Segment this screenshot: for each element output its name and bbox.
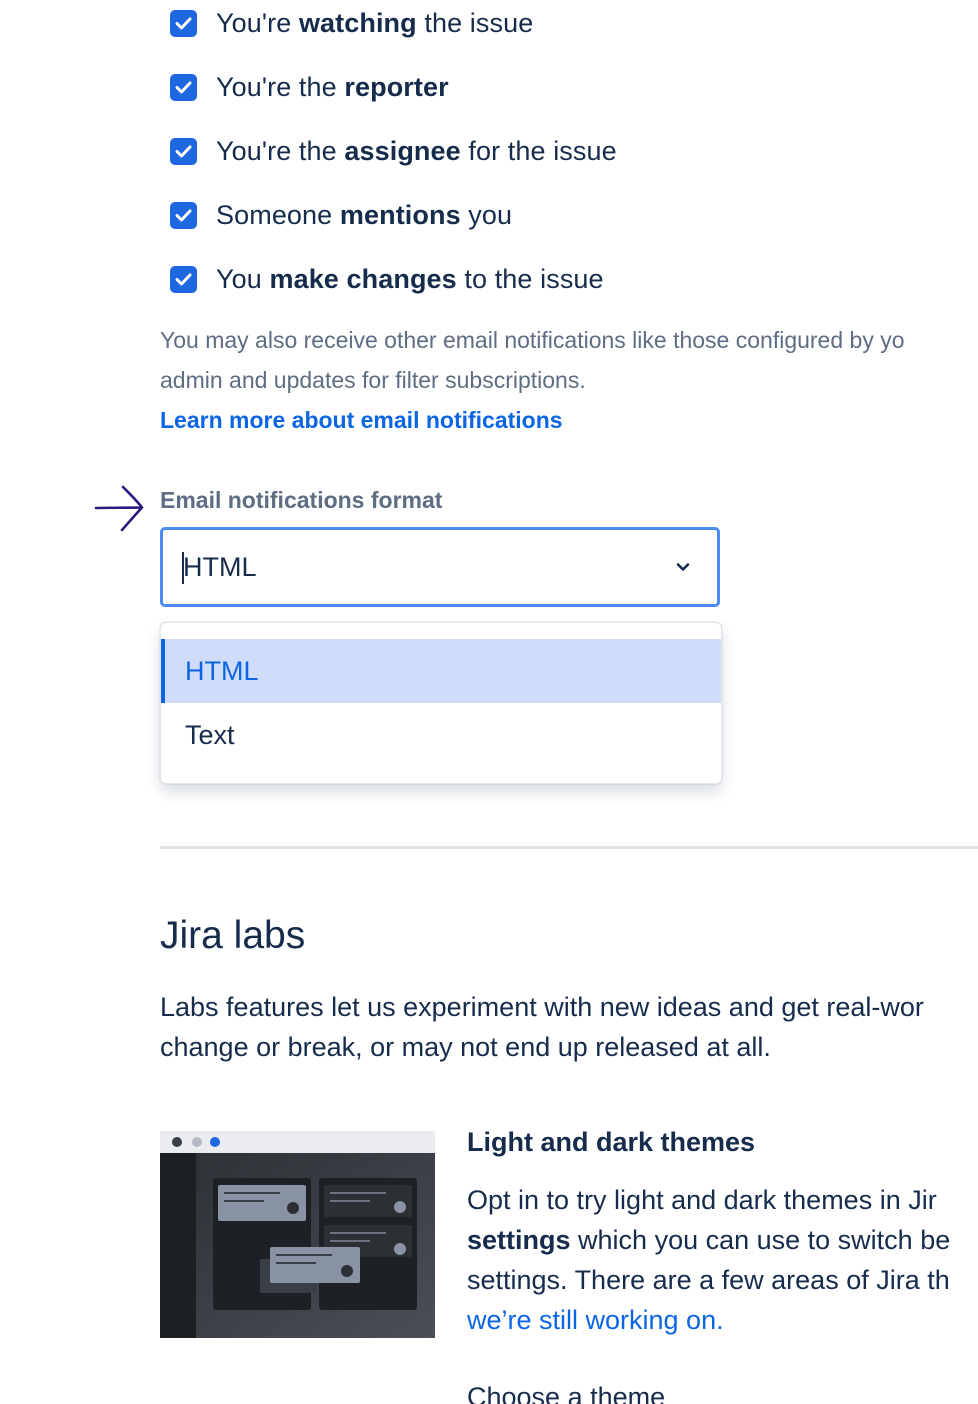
feature-line-3: settings. There are a few areas of Jira … — [467, 1265, 950, 1295]
check-icon — [175, 273, 192, 285]
checkbox-watching[interactable] — [170, 9, 197, 37]
checkbox-reporter[interactable] — [170, 73, 197, 101]
labs-desc-line-1: Labs features let us experiment with new… — [160, 992, 924, 1022]
checkbox-row-reporter[interactable]: You're the reporter — [170, 67, 449, 107]
check-icon — [175, 209, 192, 221]
checkbox-row-watching[interactable]: You're watching the issue — [170, 3, 533, 43]
check-icon — [175, 145, 192, 157]
checkbox-row-assignee[interactable]: You're the assignee for the issue — [170, 131, 617, 171]
option-text[interactable]: Text — [161, 703, 721, 767]
checkbox-row-changes[interactable]: You make changes to the issue — [170, 259, 604, 299]
select-value: HTML — [183, 552, 257, 582]
checkbox-assignee[interactable] — [170, 137, 197, 165]
choose-theme-label: Choose a theme — [467, 1382, 666, 1404]
email-notifications-note: You may also receive other email notific… — [160, 320, 978, 400]
checkbox-label-reporter: You're the reporter — [216, 71, 449, 102]
feature-description: Opt in to try light and dark themes in J… — [467, 1180, 978, 1340]
option-html[interactable]: HTML — [161, 639, 721, 703]
chevron-down-icon[interactable] — [675, 559, 691, 575]
feature-title: Light and dark themes — [467, 1127, 756, 1157]
themes-preview-image — [160, 1131, 435, 1338]
notification-settings-page: You're watching the issue You're the rep… — [0, 0, 978, 1404]
jira-labs-description: Labs features let us experiment with new… — [160, 987, 978, 1067]
email-format-label: Email notifications format — [160, 487, 443, 513]
checkbox-label-mentions: Someone mentions you — [216, 199, 513, 230]
learn-more-link[interactable]: Learn more about email notifications — [160, 400, 563, 440]
checkbox-changes[interactable] — [170, 265, 197, 293]
checkbox-label-changes: You make changes to the issue — [216, 263, 604, 294]
check-icon — [175, 81, 192, 93]
arrow-right-icon — [94, 485, 144, 532]
feature-line-2: settings which you can use to switch be — [467, 1225, 951, 1255]
note-line-1: You may also receive other email notific… — [160, 327, 905, 353]
checkbox-mentions[interactable] — [170, 201, 197, 229]
labs-desc-line-2: change or break, or may not end up relea… — [160, 1032, 771, 1062]
email-format-select[interactable]: HTML — [160, 527, 720, 607]
note-line-2: admin and updates for filter subscriptio… — [160, 367, 586, 393]
checkbox-label-watching: You're watching the issue — [216, 7, 534, 38]
check-icon — [175, 17, 192, 29]
email-format-menu: HTML Text — [160, 622, 722, 784]
jira-labs-title: Jira labs — [160, 914, 306, 957]
section-divider — [160, 846, 978, 849]
checkbox-label-assignee: You're the assignee for the issue — [216, 135, 617, 166]
still-working-on-link[interactable]: we’re still working on. — [467, 1305, 724, 1335]
feature-line-1: Opt in to try light and dark themes in J… — [467, 1185, 937, 1215]
checkbox-row-mentions[interactable]: Someone mentions you — [170, 195, 512, 235]
